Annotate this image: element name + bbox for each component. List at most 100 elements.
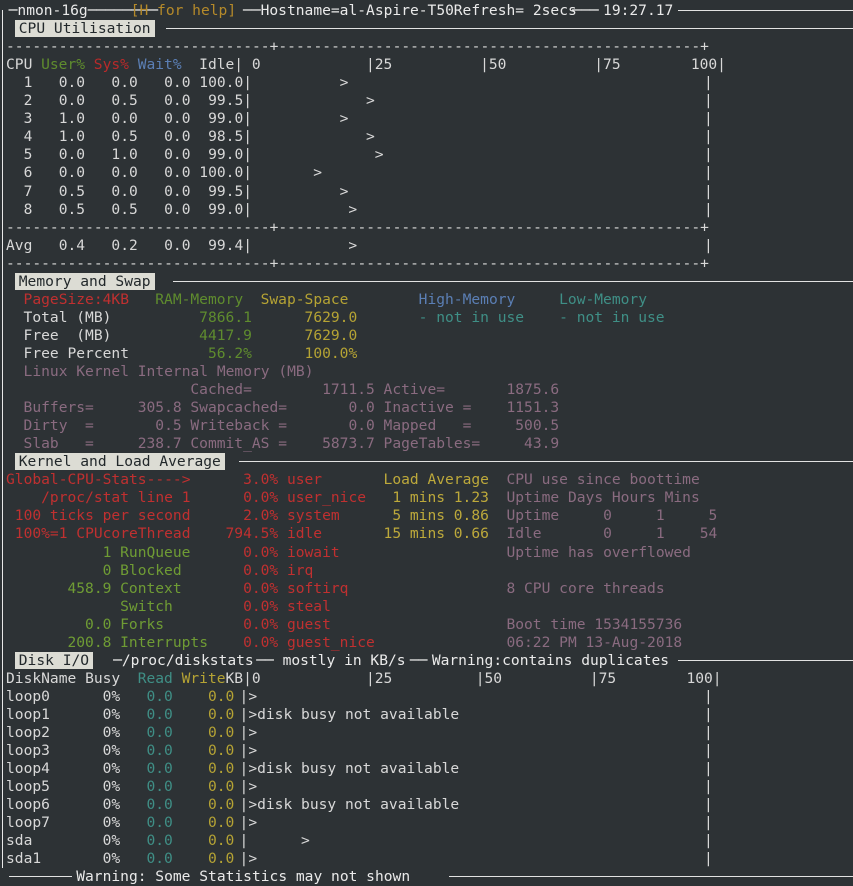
section-disk-io-label: Disk I/O — [15, 652, 93, 669]
cpu-chart-top-border: ------------------------------+---------… — [6, 38, 709, 56]
cpu-tick-0: 0 — [252, 56, 261, 74]
disk-col-kb: KB| — [226, 670, 252, 688]
kernel-breakdown-name-0: user — [287, 471, 322, 489]
disk-row-right-border-loop1: | — [704, 706, 713, 724]
cpu-tick-100: 100| — [691, 56, 726, 74]
disk-row-read-sda: 0.0 — [129, 832, 173, 850]
disk-bar-marker-loop6: > — [248, 796, 257, 814]
kernel-breakdown-pct-9: 0.0% — [217, 634, 279, 652]
disk-row-axis-sda: | — [240, 832, 249, 850]
memory-kstat-label-c-0: Active= — [384, 381, 446, 399]
memory-pagesize: PageSize:4KB — [24, 291, 129, 309]
kernel-breakdown-pct-5: 0.0% — [217, 562, 279, 580]
uptime-row: Uptime 0 1 5 — [506, 507, 717, 525]
disk-row-write-loop2: 0.0 — [190, 724, 234, 742]
cpu-bar-marker-1: > — [340, 74, 349, 92]
disk-bar-marker-loop5: > — [248, 778, 257, 796]
memory-title-rule — [173, 281, 853, 282]
memory-kstat-label-a-1: Buffers= — [24, 399, 94, 417]
disk-row-right-border-loop2: | — [704, 724, 713, 742]
disk-title-rule — [678, 660, 853, 661]
kernel-counter-value-2: 458.9 — [41, 580, 111, 598]
disk-row-busy-loop4: 0% — [85, 760, 120, 778]
section-kernel-load-average[interactable]: Kernel and Load Average — [15, 453, 225, 471]
disk-row-axis-loop2: | — [240, 724, 249, 742]
disk-row-busy-loop1: 0% — [85, 706, 120, 724]
kernel-breakdown-name-5: irq — [287, 562, 313, 580]
section-cpu-utilisation-label: CPU Utilisation — [15, 20, 155, 37]
memory-kernel-header: Linux Kernel Internal Memory (MB) — [24, 363, 314, 381]
kernel-breakdown-pct-8: 0.0% — [217, 616, 279, 634]
kernel-breakdown-pct-4: 0.0% — [217, 544, 279, 562]
disk-dash-3: ── — [410, 652, 428, 670]
memory-col-high: High-Memory — [419, 291, 516, 309]
memory-kstat-value-a-3: 238.7 — [111, 435, 181, 453]
cpu-bar-marker-7: > — [340, 183, 349, 201]
cpu-row-right-border-4: | — [704, 128, 713, 146]
disk-row-busy-loop2: 0% — [85, 724, 120, 742]
disk-row-busy-loop7: 0% — [85, 814, 120, 832]
disk-tick-0: 0 — [252, 670, 261, 688]
hostname-label: Hostname=al-Aspire-T50 — [261, 2, 454, 20]
memory-kstat-value-b-3: 5873.7 — [296, 435, 375, 453]
cpu-bar-marker-5: > — [375, 146, 384, 164]
memory-row-label-2: Free Percent — [24, 345, 129, 363]
disk-row-read-loop3: 0.0 — [129, 742, 173, 760]
memory-row-low-0: - not in use — [559, 309, 664, 327]
cpu-bar-marker-4: > — [366, 128, 375, 146]
memory-kstat-label-b-3: Commit_AS = — [190, 435, 287, 453]
memory-kstat-label-a-3: Slab = — [24, 435, 94, 453]
footer-warning: Warning: Some Statistics may not shown — [76, 868, 410, 886]
kernel-desc-3: 100%=1 CPUcoreThread — [6, 525, 191, 543]
cpu-row-5: 5 0.0 1.0 0.0 99.0| — [6, 146, 252, 164]
cpu-row-right-border-2: | — [704, 92, 713, 110]
disk-col-write: Write — [182, 670, 226, 688]
disk-row-read-loop1: 0.0 — [129, 706, 173, 724]
disk-row-read-loop0: 0.0 — [129, 688, 173, 706]
memory-kstat-value-c-0: 1875.6 — [480, 381, 559, 399]
cpu-bar-marker-3: > — [340, 110, 349, 128]
memory-kstat-label-c-2: Mapped = — [384, 417, 472, 435]
help-hint[interactable]: [H for help] — [131, 2, 236, 20]
cpu-row-3: 3 1.0 0.0 0.0 99.0| — [6, 110, 252, 128]
disk-row-right-border-loop4: | — [704, 760, 713, 778]
kernel-counter-label-5: Interrupts — [120, 634, 208, 652]
disk-row-write-loop3: 0.0 — [190, 742, 234, 760]
disk-row-right-border-loop5: | — [704, 778, 713, 796]
disk-row-note-loop1: disk busy not available — [257, 706, 459, 724]
kernel-counter-value-1: 0 — [41, 562, 111, 580]
memory-kstat-label-c-3: PageTables= — [384, 435, 481, 453]
kernel-counter-value-5: 200.8 — [41, 634, 111, 652]
section-kernel-load-average-label: Kernel and Load Average — [15, 453, 225, 470]
refresh-interval: Refresh= 2secs — [454, 2, 577, 20]
cpu-row-right-border-6: | — [704, 164, 713, 182]
kernel-counter-label-1: Blocked — [120, 562, 182, 580]
disk-row-axis-sda1: | — [240, 850, 249, 868]
footer-rule-left — [9, 876, 72, 877]
memory-kstat-value-b-1: 0.0 — [296, 399, 375, 417]
kernel-counter-value-0: 1 — [41, 544, 111, 562]
disk-row-axis-loop1: | — [240, 706, 249, 724]
section-cpu-utilisation[interactable]: CPU Utilisation — [15, 20, 155, 38]
kernel-breakdown-name-9: guest_nice — [287, 634, 375, 652]
kernel-title-rule — [239, 461, 853, 462]
disk-subtitle-units: mostly in KB/s — [283, 652, 406, 670]
disk-col-name-busy: DiskName Busy — [6, 670, 120, 688]
cpu-col-wait: Wait% — [138, 56, 182, 74]
load-period-2: 15 mins — [384, 525, 446, 543]
disk-row-name-loop2: loop2 — [6, 724, 85, 742]
section-disk-io[interactable]: Disk I/O — [15, 652, 93, 670]
disk-row-read-loop7: 0.0 — [129, 814, 173, 832]
memory-kstat-label-b-1: Swapcached= — [190, 399, 287, 417]
memory-kstat-value-a-1: 305.8 — [111, 399, 181, 417]
footer-rule-right — [449, 876, 853, 877]
disk-dash-1: ─ — [113, 652, 122, 670]
titlebar-dash-2: ─── — [572, 2, 598, 20]
disk-dash-2: ── — [256, 652, 274, 670]
boot-time-epoch: Boot time 1534155736 — [506, 616, 682, 634]
disk-bar-marker-loop4: > — [248, 760, 257, 778]
cpu-col-cpu: CPU — [6, 56, 41, 74]
section-memory-and-swap[interactable]: Memory and Swap — [15, 273, 155, 291]
kernel-counter-label-4: Forks — [120, 616, 164, 634]
disk-row-right-border-loop3: | — [704, 742, 713, 760]
